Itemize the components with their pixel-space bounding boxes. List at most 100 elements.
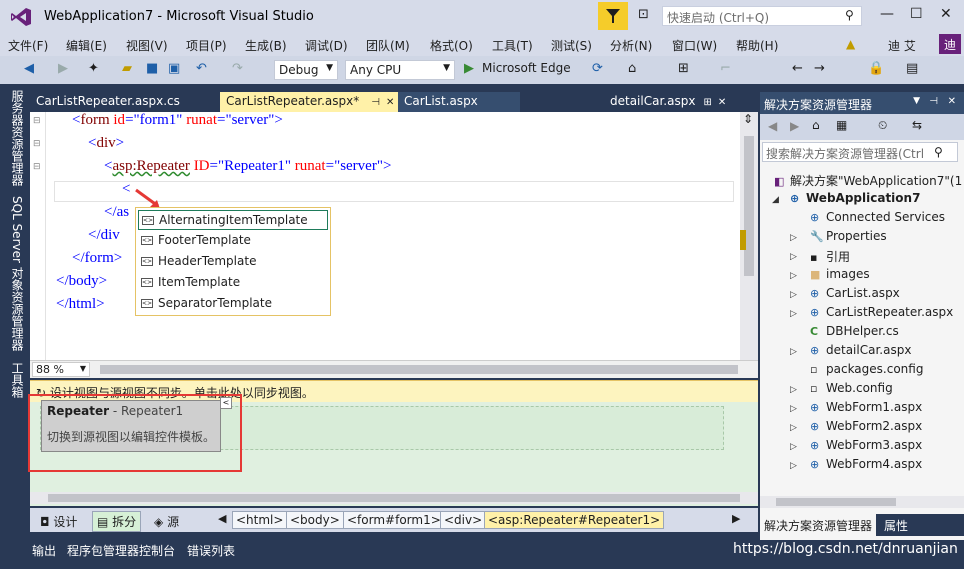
collapsed-arrow-icon[interactable]: ▷	[790, 442, 797, 452]
breadcrumb-prev-icon[interactable]: ◀	[218, 512, 226, 525]
lock-icon[interactable]: 🔒	[868, 61, 884, 76]
menu-debug[interactable]: 调试(D)	[305, 37, 348, 54]
breadcrumb-repeater[interactable]: <asp:Repeater#Repeater1>	[484, 511, 665, 529]
pin-icon[interactable]: ⊣	[371, 97, 380, 108]
tree-item[interactable]: ⊕ CarListRepeater.aspx	[810, 305, 953, 324]
tree-item[interactable]: ▪ 引用	[810, 248, 850, 267]
tree-item[interactable]: ▫ packages.config	[810, 362, 923, 381]
collapsed-arrow-icon[interactable]: ▷	[790, 347, 797, 357]
solution-config-select[interactable]: Debug ▼	[274, 60, 338, 80]
tab-detailcar-aspx[interactable]: detailCar.aspx ⊞ ✕	[604, 92, 754, 112]
back-icon[interactable]: ◀	[768, 119, 777, 133]
breadcrumb-html[interactable]: <html>	[232, 511, 288, 529]
tab-carlistrepeater-cs[interactable]: CarListRepeater.aspx.cs	[30, 92, 220, 112]
user-avatar[interactable]: 迪	[939, 34, 961, 54]
menu-file[interactable]: 文件(F)	[8, 37, 48, 54]
editor-horizontal-scrollbar[interactable]	[100, 365, 738, 374]
breadcrumb-form[interactable]: <form#form1>	[343, 511, 445, 529]
panel-pin-icon[interactable]: ⊣	[929, 96, 938, 107]
completion-item[interactable]: <> HeaderTemplate	[138, 252, 328, 272]
forward-icon[interactable]: ▶	[790, 119, 799, 133]
tree-item[interactable]: 🔧 Properties	[810, 229, 887, 248]
run-target-button[interactable]: Microsoft Edge	[482, 61, 571, 75]
maximize-button[interactable]: ☐	[910, 6, 923, 22]
completion-item[interactable]: <> FooterTemplate	[138, 231, 328, 251]
tab-carlistrepeater-aspx[interactable]: CarListRepeater.aspx* ⊣ ✕	[220, 92, 398, 112]
tree-item[interactable]: ▫ Web.config	[810, 381, 893, 400]
tab-solution-explorer[interactable]: 解决方案资源管理器	[760, 514, 877, 536]
breadcrumb-div[interactable]: <div>	[440, 511, 487, 529]
forward-icon[interactable]: ▶	[58, 61, 68, 76]
collapsed-arrow-icon[interactable]: ▷	[790, 290, 797, 300]
close-tab-icon[interactable]: ✕	[386, 97, 394, 108]
platform-select[interactable]: Any CPU ▼	[345, 60, 455, 80]
completion-item[interactable]: <> ItemTemplate	[138, 273, 328, 293]
tab-properties[interactable]: 属性	[884, 517, 908, 534]
solution-search-input[interactable]: 搜索解决方案资源管理器(Ctrl	[762, 142, 958, 162]
menu-format[interactable]: 格式(O)	[430, 37, 473, 54]
quick-launch-icon[interactable]: ⊡	[638, 7, 649, 22]
zoom-select[interactable]: 88 % ▼	[32, 362, 90, 377]
collapse-icon[interactable]: ⊟	[33, 116, 41, 126]
completion-item[interactable]: <> SeparatorTemplate	[138, 294, 328, 314]
start-debug-icon[interactable]: ▶	[464, 61, 474, 76]
tree-item[interactable]: ⊕ CarList.aspx	[810, 286, 900, 305]
collapsed-arrow-icon[interactable]: ▷	[790, 252, 797, 262]
collapse-icon[interactable]: ⊟	[33, 162, 41, 172]
tab-error-list[interactable]: 错误列表	[187, 542, 235, 559]
sync-icon[interactable]: ⇆	[912, 118, 922, 132]
toolbox-tab[interactable]: 工具箱	[9, 362, 26, 398]
close-tab-icon[interactable]: ✕	[718, 97, 726, 108]
panel-close-icon[interactable]: ✕	[948, 96, 956, 107]
menu-test[interactable]: 测试(S)	[551, 37, 592, 54]
collapse-icon[interactable]: ⊟	[33, 139, 41, 149]
completion-item[interactable]: <> AlternatingItemTemplate	[138, 210, 328, 230]
menu-project[interactable]: 项目(P)	[186, 37, 227, 54]
new-project-icon[interactable]: ✦	[88, 61, 99, 76]
collapsed-arrow-icon[interactable]: ▷	[790, 271, 797, 281]
server-explorer-tab[interactable]: 服务器资源管理器	[9, 90, 26, 186]
menu-team[interactable]: 团队(M)	[366, 37, 410, 54]
refresh-icon[interactable]: ⟳	[592, 61, 603, 76]
sql-server-explorer-tab[interactable]: SQL Server 对象资源管理器	[9, 196, 26, 351]
scroll-thumb[interactable]	[776, 498, 896, 506]
tree-item[interactable]: ⊕ detailCar.aspx	[810, 343, 911, 362]
quick-launch-input[interactable]: 快速启动 (Ctrl+Q)	[662, 6, 862, 26]
open-folder-icon[interactable]: ▰	[122, 61, 132, 76]
scroll-thumb[interactable]	[48, 494, 740, 502]
save-all-icon[interactable]: ▣	[168, 61, 180, 76]
minimize-button[interactable]: —	[880, 6, 894, 22]
editor-vertical-scrollbar[interactable]: ⇕	[740, 112, 758, 360]
collapsed-arrow-icon[interactable]: ▷	[790, 461, 797, 471]
tree-item[interactable]: C DBHelper.cs	[810, 324, 899, 343]
tree-item[interactable]: ■ images	[810, 267, 870, 286]
menu-window[interactable]: 窗口(W)	[672, 37, 717, 54]
collapsed-arrow-icon[interactable]: ▷	[790, 423, 797, 433]
tree-project[interactable]: ⊕ WebApplication7	[790, 191, 920, 210]
panel-dropdown-icon[interactable]: ▼	[913, 96, 920, 106]
collapsed-arrow-icon[interactable]: ▷	[790, 385, 797, 395]
undo-icon[interactable]: ↶	[196, 61, 207, 76]
home-icon[interactable]: ⌂	[812, 118, 820, 132]
tab-carlist-aspx[interactable]: CarList.aspx	[398, 92, 520, 112]
menu-build[interactable]: 生成(B)	[245, 37, 287, 54]
user-name[interactable]: 迪 艾	[888, 37, 916, 54]
tree-item[interactable]: ⊕ Connected Services	[810, 210, 945, 229]
tree-solution[interactable]: ◧ 解决方案"WebApplication7"(1	[774, 172, 962, 191]
design-horizontal-scrollbar[interactable]	[30, 492, 758, 504]
tree-item[interactable]: ⊕ WebForm1.aspx	[810, 400, 922, 419]
redo-icon[interactable]: ↷	[232, 61, 243, 76]
save-icon[interactable]: ■	[146, 61, 158, 76]
tree-horizontal-scrollbar[interactable]	[760, 496, 964, 508]
search-icon[interactable]: ⚲	[845, 8, 854, 22]
tab-list-icon[interactable]: ⊞	[703, 97, 711, 108]
menu-tools[interactable]: 工具(T)	[492, 37, 533, 54]
split-handle-icon[interactable]: ⇕	[743, 112, 753, 126]
views-icon[interactable]: ▦	[836, 118, 847, 132]
menu-help[interactable]: 帮助(H)	[736, 37, 778, 54]
collapsed-arrow-icon[interactable]: ▷	[790, 404, 797, 414]
nav-forward-icon[interactable]: →	[814, 61, 825, 76]
nav-back-icon[interactable]: ←	[792, 61, 803, 76]
tree-item[interactable]: ⊕ WebForm4.aspx	[810, 457, 922, 476]
feedback-filter-icon[interactable]	[598, 2, 628, 30]
